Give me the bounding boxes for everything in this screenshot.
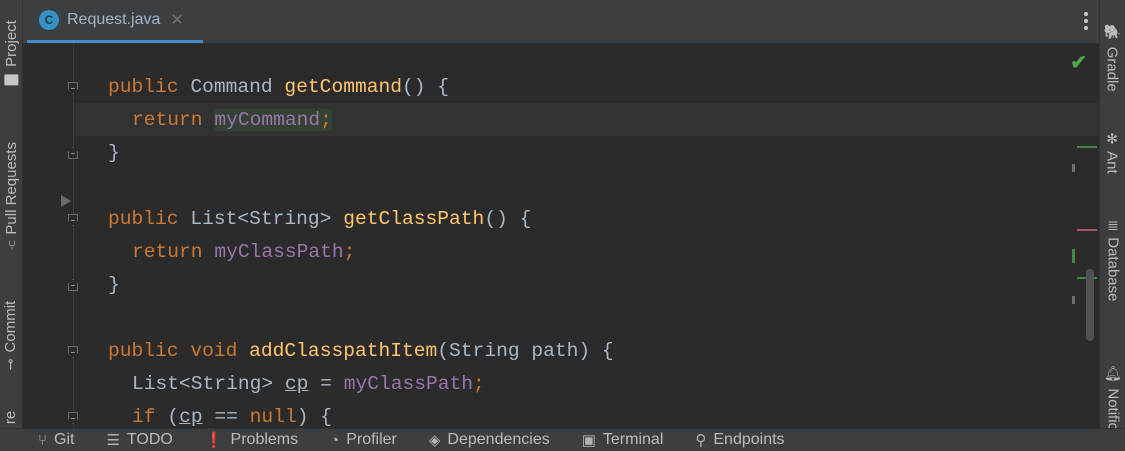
fold-end-icon[interactable]: [68, 279, 78, 291]
tool-tab-profiler[interactable]: ◔ Profiler: [330, 431, 397, 449]
tool-tab-label: Problems: [230, 431, 299, 448]
tool-tab-label: Endpoints: [713, 431, 785, 448]
tool-tab-label: Ant: [1104, 150, 1121, 174]
tool-tab-pull-requests[interactable]: ⑂ Pull Requests: [0, 125, 22, 265]
tool-tab-label: Dependencies: [447, 431, 550, 448]
folder-icon: [4, 73, 18, 85]
change-marker[interactable]: [1072, 296, 1075, 304]
tool-tab-label: Notifica: [1104, 388, 1121, 428]
no-problems-check-icon[interactable]: ✔: [1070, 50, 1087, 75]
tool-tab-notifications[interactable]: 🔔︎ Notifica: [1100, 335, 1125, 428]
change-marker[interactable]: [1072, 249, 1075, 263]
profiler-icon: ◔: [330, 431, 340, 449]
more-options-icon[interactable]: [1083, 12, 1089, 30]
tool-tab-ant[interactable]: ✻ Ant: [1100, 118, 1125, 188]
tool-tab-todo[interactable]: ☰ TODO: [106, 431, 172, 449]
commit-icon: ⊸: [2, 357, 19, 370]
fold-start-icon[interactable]: [68, 82, 78, 94]
fold-end-icon[interactable]: [68, 147, 78, 159]
code-line: return myCommand;: [132, 109, 332, 131]
tool-tab-label: Database: [1104, 236, 1122, 301]
vertical-scrollbar-thumb[interactable]: [1086, 269, 1094, 341]
fold-start-icon[interactable]: [68, 412, 78, 424]
editor-tab-request-java[interactable]: C Request.java ✕: [27, 0, 203, 43]
close-icon[interactable]: ✕: [170, 10, 183, 30]
terminal-icon: ▣: [581, 432, 596, 449]
tab-label: Request.java: [67, 11, 161, 28]
fold-start-icon[interactable]: [68, 214, 78, 226]
ant-icon: ✻: [1106, 130, 1119, 147]
tool-tab-dependencies[interactable]: ◈ Dependencies: [429, 431, 550, 449]
elephant-icon: 🐘: [1103, 22, 1122, 39]
change-marker[interactable]: [1077, 146, 1097, 148]
bottom-tool-bar: ⑂ Git ☰ TODO ❗ Problems ◔ Profiler ◈ Dependen…: [0, 428, 1125, 451]
tool-tab-gradle[interactable]: 🐘 Gradle: [1100, 12, 1125, 102]
tool-tab-label: Project: [2, 19, 20, 67]
pull-request-icon: ⑂: [6, 236, 16, 253]
left-tool-strip: Project ⑂ Pull Requests ⊸ Commit re: [0, 0, 23, 428]
tool-tab-endpoints[interactable]: ⚲ Endpoints: [695, 431, 784, 449]
change-marker[interactable]: [1072, 164, 1075, 172]
code-line: public List<String> getClassPath() {: [108, 208, 532, 230]
tool-tab-label: Terminal: [602, 431, 664, 448]
editor-tab-bar: C Request.java ✕: [23, 0, 1099, 44]
tool-tab-truncated[interactable]: re: [0, 405, 22, 429]
code-line: List<String> cp = myClassPath;: [132, 373, 485, 395]
tool-tab-database[interactable]: ≣ Database: [1100, 205, 1125, 315]
git-branch-icon: ⑂: [38, 431, 48, 449]
database-icon: ≣: [1106, 216, 1119, 233]
warning-icon: ❗: [204, 432, 224, 449]
tool-tab-label: TODO: [126, 431, 173, 448]
tool-tab-label: Profiler: [346, 431, 397, 448]
error-marker[interactable]: [1077, 229, 1097, 231]
gutter-arrow-icon[interactable]: [61, 195, 71, 207]
fold-start-icon[interactable]: [68, 346, 78, 358]
code-editor[interactable]: public Command getCommand() { return myC…: [23, 44, 1099, 428]
layers-icon: ◈: [428, 432, 441, 449]
code-line: return myClassPath;: [132, 241, 356, 263]
gutter-divider: [73, 44, 74, 428]
tool-tab-label: re: [2, 410, 20, 424]
tool-tab-terminal[interactable]: ▣ Terminal: [582, 431, 664, 449]
tool-tab-project[interactable]: Project: [0, 8, 22, 98]
tool-tab-problems[interactable]: ❗ Problems: [205, 431, 298, 449]
java-class-icon: C: [39, 10, 59, 30]
right-tool-strip: 🐘 Gradle ✻ Ant ≣ Database 🔔︎ Notifica: [1099, 0, 1125, 428]
code-line: public Command getCommand() {: [108, 76, 450, 98]
tool-tab-label: Gradle: [1104, 46, 1121, 92]
tool-tab-label: Git: [54, 431, 75, 448]
code-line: }: [108, 274, 120, 296]
list-icon: ☰: [106, 432, 120, 449]
tool-tab-label: Commit: [2, 300, 20, 352]
bell-icon: 🔔︎: [1103, 364, 1122, 381]
endpoints-icon: ⚲: [695, 432, 707, 449]
tool-tab-git[interactable]: ⑂ Git: [38, 431, 74, 449]
code-line: public void addClasspathItem(String path…: [108, 340, 614, 362]
tool-tab-label: Pull Requests: [2, 141, 20, 235]
tool-tab-commit[interactable]: ⊸ Commit: [0, 290, 22, 380]
code-line: }: [108, 142, 120, 164]
code-line: if (cp == null) {: [132, 406, 332, 428]
